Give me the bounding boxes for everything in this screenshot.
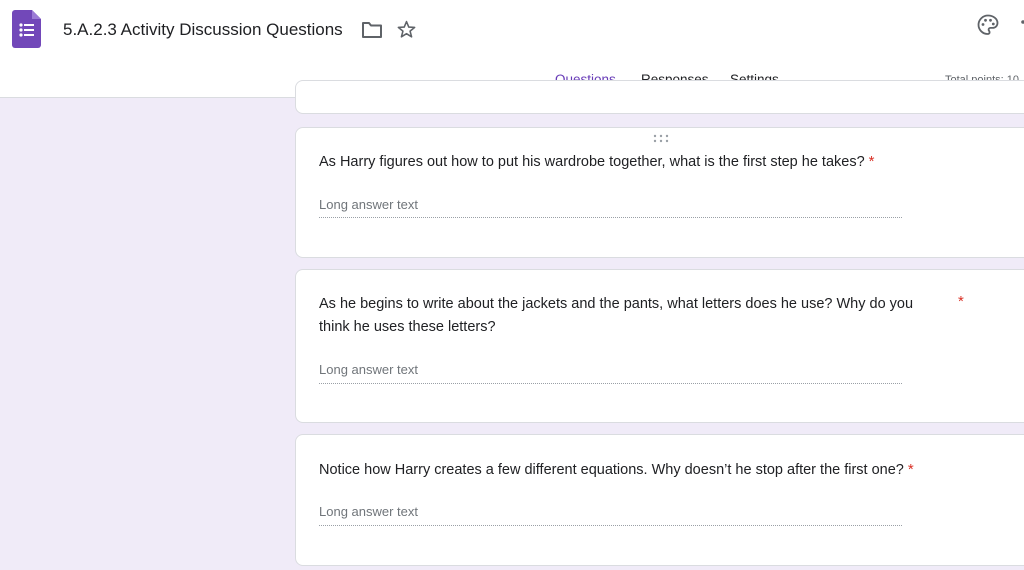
long-answer-placeholder: Long answer text [319, 504, 419, 519]
question-text: think he uses these letters? [319, 319, 496, 335]
folder-icon[interactable] [361, 20, 383, 40]
question-card[interactable]: Notice how Harry creates a few different… [295, 434, 1024, 566]
forms-logo-icon[interactable] [12, 10, 41, 48]
answer-underline [319, 383, 902, 384]
question-title: Notice how Harry creates a few different… [319, 458, 914, 482]
answer-underline [319, 525, 902, 526]
document-title[interactable]: 5.A.2.3 Activity Discussion Questions [63, 20, 343, 40]
question-card[interactable]: As he begins to write about the jackets … [295, 269, 1024, 423]
question-title: As Harry figures out how to put his ward… [319, 150, 875, 174]
long-answer-placeholder: Long answer text [319, 362, 419, 377]
star-icon[interactable] [396, 19, 417, 40]
previous-question-card[interactable] [295, 80, 1024, 114]
question-card[interactable]: As Harry figures out how to put his ward… [295, 127, 1024, 258]
answer-underline [319, 217, 902, 218]
question-title: As he begins to write about the jackets … [319, 293, 913, 339]
question-text: Notice how Harry creates a few different… [319, 462, 904, 478]
palette-icon[interactable] [976, 13, 1000, 37]
required-asterisk: * [868, 153, 875, 170]
long-answer-placeholder: Long answer text [319, 197, 419, 212]
drag-handle-icon[interactable] [652, 134, 670, 144]
more-options-icon[interactable] [1019, 20, 1024, 32]
required-asterisk: * [958, 293, 964, 310]
question-text: As Harry figures out how to put his ward… [319, 154, 865, 170]
required-asterisk: * [907, 461, 914, 478]
question-text: As he begins to write about the jackets … [319, 296, 914, 312]
